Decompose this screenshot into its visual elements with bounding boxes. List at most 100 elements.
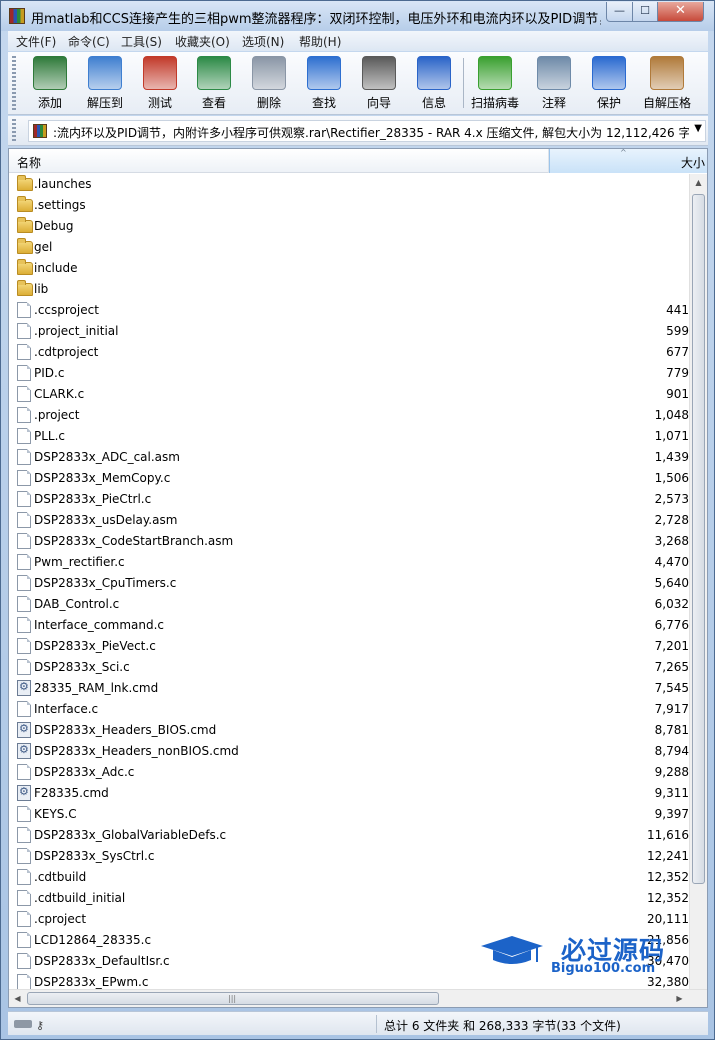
list-item[interactable]: DSP2833x_SysCtrl.c 12,241 — [9, 846, 689, 867]
menu-favorites[interactable]: 收藏夹(O) — [175, 33, 230, 50]
horizontal-scroll-thumb[interactable]: ||| — [27, 992, 439, 1005]
list-item[interactable]: gel — [9, 237, 689, 258]
list-item[interactable]: .cproject 20,111 — [9, 909, 689, 930]
list-item[interactable]: Interface_command.c 6,776 — [9, 615, 689, 636]
list-item[interactable]: DAB_Control.c 6,032 — [9, 594, 689, 615]
minimize-button[interactable]: — — [606, 2, 633, 22]
list-item[interactable]: DSP2833x_Sci.c 7,265 — [9, 657, 689, 678]
file-name: DSP2833x_Sci.c — [34, 660, 130, 674]
list-item[interactable]: DSP2833x_Headers_BIOS.cmd 8,781 — [9, 720, 689, 741]
column-name[interactable]: 名称 — [9, 149, 549, 173]
file-icon — [17, 806, 31, 822]
vertical-scroll-thumb[interactable] — [692, 194, 705, 884]
file-icon — [17, 911, 31, 927]
close-button[interactable]: ✕ — [657, 2, 704, 22]
file-size: 12,352 — [647, 891, 689, 905]
toolbar-button-label: 测试 — [147, 96, 172, 110]
watermark-subtitle: Biguo100.com — [551, 961, 656, 976]
file-icon — [17, 428, 31, 444]
title-bar[interactable]: 用matlab和CCS连接产生的三相pwm整流器程序：双闭环控制，电压外环和电流… — [1, 1, 714, 31]
menu-options[interactable]: 选项(N) — [242, 33, 284, 50]
winrar-app-icon[interactable] — [9, 8, 25, 24]
file-icon — [17, 449, 31, 465]
address-dropdown-icon[interactable]: ▼ — [694, 123, 702, 134]
list-item[interactable]: .cdtproject 677 — [9, 342, 689, 363]
list-item[interactable]: .project 1,048 — [9, 405, 689, 426]
list-item[interactable]: lib — [9, 279, 689, 300]
file-name: PLL.c — [34, 429, 66, 443]
file-icon — [17, 323, 31, 339]
toolbar-button-find-magnifier[interactable]: 查找 — [297, 54, 351, 112]
toolbar-grip[interactable] — [12, 56, 16, 110]
maximize-button[interactable]: ☐ — [632, 2, 658, 22]
toolbar-button-delete-trash[interactable]: 删除 — [242, 54, 296, 112]
column-size[interactable]: ^ 大小 — [549, 149, 707, 173]
list-item[interactable]: .settings — [9, 195, 689, 216]
toolbar-button-add-books[interactable]: 添加 — [23, 54, 77, 112]
list-item[interactable]: DSP2833x_ADC_cal.asm 1,439 — [9, 447, 689, 468]
list-item[interactable]: F28335.cmd 9,311 — [9, 783, 689, 804]
toolbar-button-label: 解压到 — [86, 96, 123, 110]
list-item[interactable]: DSP2833x_PieCtrl.c 2,573 — [9, 489, 689, 510]
file-icon — [17, 932, 31, 948]
list-item[interactable]: .cdtbuild 12,352 — [9, 867, 689, 888]
toolbar-button-view-book[interactable]: 查看 — [187, 54, 241, 112]
address-field[interactable]: :流内环以及PID调节，内附许多小程序可供观察.rar\Rectifier_28… — [28, 120, 706, 142]
toolbar-button-protect-shield[interactable]: 保护 — [582, 54, 636, 112]
file-size: 901 — [666, 387, 689, 401]
scroll-left-icon[interactable]: ◀ — [9, 990, 26, 1007]
list-item[interactable]: DSP2833x_CpuTimers.c 5,640 — [9, 573, 689, 594]
file-name: F28335.cmd — [34, 786, 109, 800]
menu-commands[interactable]: 命令(C) — [68, 33, 110, 50]
status-divider — [376, 1015, 377, 1033]
menu-file[interactable]: 文件(F) — [16, 33, 56, 50]
list-item[interactable]: .ccsproject 441 — [9, 300, 689, 321]
list-item[interactable]: .cdtbuild_initial 12,352 — [9, 888, 689, 909]
file-icon — [17, 596, 31, 612]
address-path: :流内环以及PID调节，内附许多小程序可供观察.rar\Rectifier_28… — [53, 126, 689, 140]
scroll-right-icon[interactable]: ▶ — [671, 990, 688, 1007]
toolbar-button-info[interactable]: 信息 — [407, 54, 461, 112]
column-name-label: 名称 — [17, 156, 42, 170]
file-list[interactable]: 名称 ^ 大小 .launches .settings Debug gel includ… — [8, 148, 708, 1008]
list-item[interactable]: .project_initial 599 — [9, 321, 689, 342]
toolbar-button-test-clipboard[interactable]: 测试 — [133, 54, 187, 112]
toolbar-button-virus-scan[interactable]: 扫描病毒 — [468, 54, 522, 112]
file-icon — [17, 344, 31, 360]
address-grip[interactable] — [12, 119, 16, 143]
list-item[interactable]: KEYS.C 9,397 — [9, 804, 689, 825]
toolbar-button-label: 注释 — [541, 96, 566, 110]
toolbar-button-comment[interactable]: 注释 — [527, 54, 581, 112]
list-item[interactable]: DSP2833x_Adc.c 9,288 — [9, 762, 689, 783]
list-item[interactable]: Interface.c 7,917 — [9, 699, 689, 720]
menu-help[interactable]: 帮助(H) — [299, 33, 341, 50]
vertical-scrollbar[interactable]: ▲ — [689, 174, 707, 989]
file-size: 20,111 — [647, 912, 689, 926]
scroll-up-icon[interactable]: ▲ — [690, 174, 707, 191]
file-size: 2,573 — [654, 492, 689, 506]
horizontal-scrollbar[interactable]: ◀ ||| ▶ — [9, 989, 707, 1007]
list-item[interactable]: 28335_RAM_lnk.cmd 7,545 — [9, 678, 689, 699]
list-item[interactable]: include — [9, 258, 689, 279]
menu-tools[interactable]: 工具(S) — [121, 33, 162, 50]
list-item[interactable]: DSP2833x_GlobalVariableDefs.c 11,616 — [9, 825, 689, 846]
list-item[interactable]: Debug — [9, 216, 689, 237]
key-icon[interactable]: ⚷ — [36, 1019, 44, 1032]
list-item[interactable]: CLARK.c 901 — [9, 384, 689, 405]
list-item[interactable]: PID.c 779 — [9, 363, 689, 384]
cmd-file-icon — [17, 785, 31, 801]
list-item[interactable]: Pwm_rectifier.c 4,470 — [9, 552, 689, 573]
list-item[interactable]: .launches — [9, 174, 689, 195]
toolbar-button-sfx-box[interactable]: 自解压格 — [640, 54, 694, 112]
list-item[interactable]: DSP2833x_PieVect.c 7,201 — [9, 636, 689, 657]
toolbar-button-extract-folder[interactable]: 解压到 — [78, 54, 132, 112]
list-item[interactable]: PLL.c 1,071 — [9, 426, 689, 447]
list-item[interactable]: DSP2833x_usDelay.asm 2,728 — [9, 510, 689, 531]
toolbar-button-wizard-wand[interactable]: 向导 — [352, 54, 406, 112]
disk-icon[interactable] — [14, 1020, 32, 1028]
list-item[interactable]: DSP2833x_CodeStartBranch.asm 3,268 — [9, 531, 689, 552]
list-item[interactable]: DSP2833x_MemCopy.c 1,506 — [9, 468, 689, 489]
file-name: DSP2833x_PieCtrl.c — [34, 492, 152, 506]
file-name: DSP2833x_EPwm.c — [34, 975, 149, 989]
list-item[interactable]: DSP2833x_Headers_nonBIOS.cmd 8,794 — [9, 741, 689, 762]
